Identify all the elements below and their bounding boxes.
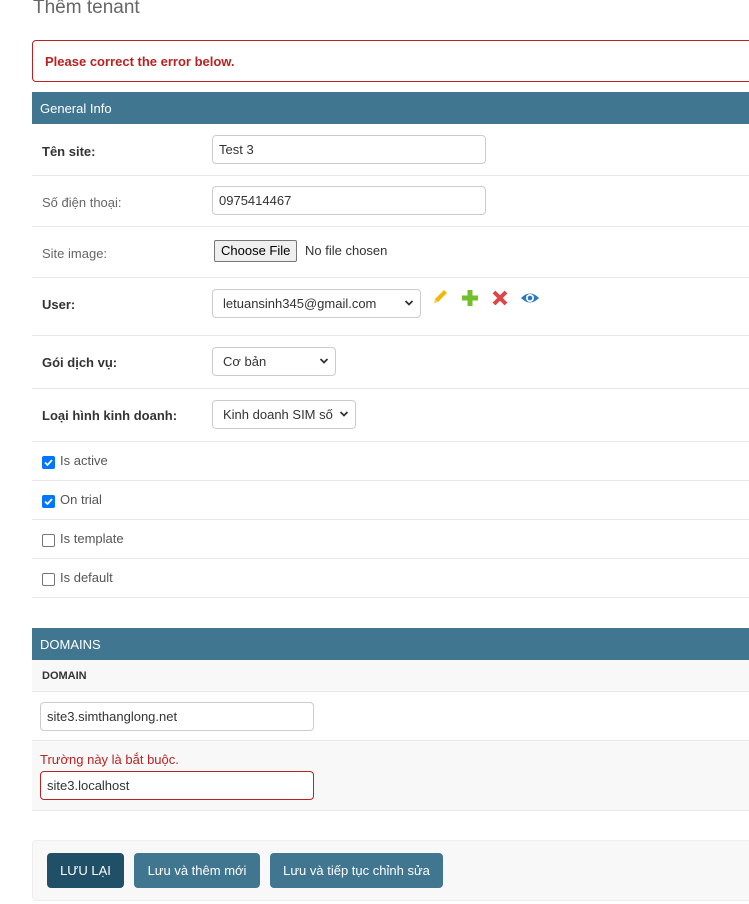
domain-column-header: DOMAIN [32, 660, 749, 692]
form-row-on-trial: On trial [32, 481, 749, 520]
user-select[interactable]: letuansinh345@gmail.com [212, 289, 421, 318]
form-row-is-default: Is default [32, 559, 749, 598]
user-label: User: [42, 297, 76, 312]
on-trial-label: On trial [60, 492, 102, 507]
domain-error-message: Trường này là bắt buộc. [40, 752, 179, 767]
plus-icon[interactable] [460, 288, 480, 308]
save-and-continue-button[interactable]: Lưu và tiếp tục chỉnh sửa [270, 853, 443, 888]
site-name-label: Tên site: [42, 144, 96, 159]
file-status: No file chosen [305, 243, 388, 258]
form-row-user: User: letuansinh345@gmail.com [32, 278, 749, 336]
delete-x-icon[interactable] [490, 288, 510, 308]
form-row-is-active: Is active [32, 442, 749, 481]
plan-select[interactable]: Cơ bản [212, 347, 336, 376]
is-active-checkbox[interactable] [42, 456, 55, 469]
domains-header: DOMAINS [32, 628, 749, 660]
save-and-add-another-button[interactable]: Lưu và thêm mới [134, 853, 260, 888]
domain-row [32, 693, 749, 741]
user-select-value: letuansinh345@gmail.com [223, 296, 377, 311]
is-default-checkbox[interactable] [42, 573, 55, 586]
pencil-icon[interactable] [430, 288, 450, 308]
phone-label: Số điện thoại: [42, 195, 122, 210]
business-type-select-value: Kinh doanh SIM số [223, 407, 333, 422]
is-template-label: Is template [60, 531, 124, 546]
plan-label: Gói dịch vụ: [42, 355, 118, 370]
chevron-down-icon [339, 407, 349, 421]
form-row-phone: Số điện thoại: [32, 176, 749, 227]
site-image-label: Site image: [42, 246, 108, 261]
eye-icon[interactable] [520, 288, 540, 308]
chevron-down-icon [404, 300, 414, 306]
save-button[interactable]: LƯU LẠI [47, 853, 124, 888]
business-type-label: Loại hình kinh doanh: [42, 408, 178, 423]
is-template-checkbox[interactable] [42, 534, 55, 547]
submit-row: LƯU LẠI Lưu và thêm mới Lưu và tiếp tục … [32, 840, 749, 901]
choose-file-button[interactable]: Choose File [214, 240, 298, 262]
form-row-site-image: Site image: Choose File No file chosen [32, 227, 749, 278]
form-row-site-name: Tên site: [32, 125, 749, 176]
form-row-business-type: Loại hình kinh doanh: Kinh doanh SIM số [32, 389, 749, 442]
is-default-label: Is default [60, 570, 113, 585]
phone-input[interactable] [212, 186, 486, 215]
domain-row-error: Trường này là bắt buộc. [32, 741, 749, 811]
form-row-plan: Gói dịch vụ: Cơ bản [32, 336, 749, 389]
on-trial-checkbox[interactable] [42, 495, 55, 508]
error-note: Please correct the error below. [32, 40, 749, 82]
site-name-input[interactable] [212, 135, 486, 164]
business-type-select[interactable]: Kinh doanh SIM số [212, 400, 356, 429]
form-row-is-template: Is template [32, 520, 749, 559]
page-title: Thêm tenant [33, 0, 140, 18]
general-info-header: General Info [32, 92, 749, 124]
chevron-down-icon [319, 358, 329, 364]
domain-input[interactable] [40, 771, 314, 800]
domain-input[interactable] [40, 702, 314, 731]
plan-select-value: Cơ bản [223, 354, 267, 369]
is-active-label: Is active [60, 453, 108, 468]
